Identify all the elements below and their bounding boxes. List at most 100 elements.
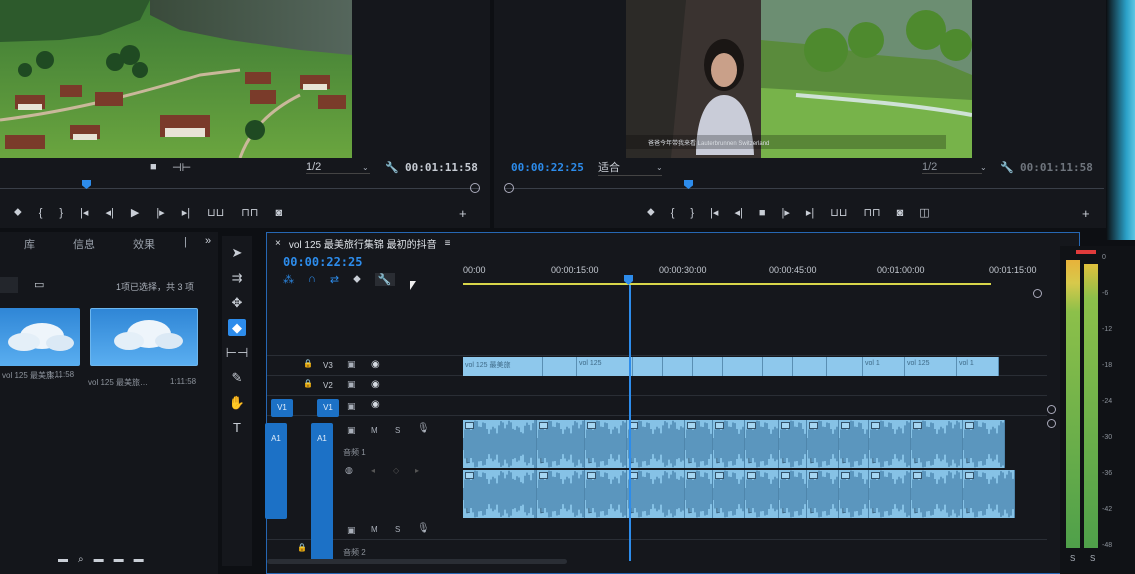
pen-icon[interactable]: ✎	[228, 369, 246, 386]
clip-a1-5[interactable]: L	[685, 420, 713, 468]
eye-icon[interactable]: ◉	[371, 379, 380, 390]
program-resolution-select[interactable]: 1/2	[922, 161, 982, 174]
add-keyframe-icon[interactable]: ◇	[393, 466, 399, 475]
source-play-icon[interactable]: ▶	[131, 206, 139, 219]
sync-icon[interactable]: ▣	[347, 425, 356, 436]
clip-a2-13[interactable]: L	[963, 470, 1015, 518]
source-go-in-icon[interactable]: |◂	[80, 206, 88, 219]
clip-a2-11[interactable]: L	[869, 470, 911, 518]
clip-a1-4[interactable]: L	[627, 420, 685, 468]
clip-a2-1[interactable]: L	[463, 470, 537, 518]
source-camera-icon[interactable]: ◙	[275, 207, 282, 219]
track-v1-target[interactable]: V1	[317, 399, 339, 417]
meter-solo-right[interactable]: S	[1090, 554, 1095, 563]
lock-icon[interactable]: 🔒	[303, 359, 313, 368]
source-add-button-icon[interactable]: +	[459, 206, 467, 221]
sequence-tab[interactable]: × vol 125 最美旅行集锦 最初的抖音 ≡	[267, 233, 459, 253]
lock-icon[interactable]: 🔒	[303, 379, 313, 388]
source-step-back-icon[interactable]: ◂|	[105, 206, 113, 219]
clip-a2-8[interactable]: L	[779, 470, 807, 518]
list-view-icon[interactable]: ▬	[58, 554, 68, 574]
new-folder-icon[interactable]: ▭	[34, 278, 44, 291]
program-fit-select[interactable]: 适合	[598, 159, 662, 176]
clip-v3-7[interactable]	[723, 357, 763, 376]
clip-v3-2[interactable]	[543, 357, 577, 376]
clip-a1-7[interactable]: L	[745, 420, 779, 468]
clip-v3-8[interactable]	[763, 357, 793, 376]
tab-info[interactable]: 信息	[73, 236, 95, 252]
program-stop-icon[interactable]: ■	[759, 207, 766, 219]
clip-v3-13[interactable]: vol 1	[957, 357, 999, 376]
timeline-ruler[interactable]: 00:00 00:00:15:00 00:00:30:00 00:00:45:0…	[463, 261, 1037, 291]
program-add-button-icon[interactable]: +	[1082, 206, 1090, 221]
close-icon[interactable]: ×	[275, 238, 281, 249]
clip-a2-3[interactable]: L	[585, 470, 627, 518]
clip-a2-12[interactable]: L	[911, 470, 963, 518]
project-thumb-2[interactable]	[90, 308, 198, 366]
clip-a1-11[interactable]: L	[869, 420, 911, 468]
program-extract-icon[interactable]: ⊓⊓	[863, 206, 880, 219]
nest-icon[interactable]: ⁂	[283, 273, 294, 286]
source-patch-a1[interactable]: A1	[265, 423, 287, 519]
track-select-icon[interactable]: ⇉	[228, 269, 246, 286]
program-step-forward-icon[interactable]: |▸	[782, 206, 790, 219]
program-go-out-icon[interactable]: ▸|	[806, 206, 814, 219]
solo-button[interactable]: S	[395, 426, 400, 435]
solo-button[interactable]: S	[395, 525, 400, 534]
clip-a2-9[interactable]: L	[807, 470, 839, 518]
source-trim-icon[interactable]: ⊣⊢	[172, 161, 191, 174]
clip-a1-8[interactable]: L	[779, 420, 807, 468]
clip-a2-2[interactable]: L	[537, 470, 585, 518]
source-insert-icon[interactable]: ⊔⊔	[207, 206, 224, 219]
program-mark-in-icon[interactable]: {	[671, 207, 675, 219]
prev-keyframe-icon[interactable]: ◂	[371, 466, 375, 475]
track-a1-target[interactable]: A1	[311, 423, 333, 563]
program-lift-icon[interactable]: ⊔⊔	[830, 206, 847, 219]
source-marker-icon[interactable]: ■	[150, 161, 157, 173]
source-patch-v1[interactable]: V1	[271, 399, 293, 417]
program-go-in-icon[interactable]: |◂	[710, 206, 718, 219]
clip-v3-3[interactable]: vol 125	[577, 357, 633, 376]
mic-icon[interactable]: 🎙	[417, 523, 430, 534]
clip-a1-1[interactable]: L	[463, 420, 537, 468]
link-icon[interactable]: ⇄	[330, 273, 339, 286]
sequence-menu-icon[interactable]: ≡	[445, 238, 451, 249]
clip-v3-9[interactable]	[793, 357, 827, 376]
tab-effects[interactable]: 效果	[133, 236, 155, 252]
ripple-edit-icon[interactable]: ✥	[228, 294, 246, 311]
program-ruler[interactable]	[504, 178, 1104, 200]
search-icon[interactable]: ⌕	[78, 554, 84, 574]
source-ruler[interactable]	[0, 178, 480, 200]
sync-icon[interactable]: ▣	[347, 401, 356, 412]
tab-library[interactable]: 库	[24, 236, 35, 252]
project-search-field[interactable]	[0, 277, 18, 293]
clip-a1-6[interactable]: L	[713, 420, 745, 468]
program-camera-icon[interactable]: ◙	[897, 207, 904, 219]
clip-a2-4[interactable]: L	[627, 470, 685, 518]
clip-a2-5[interactable]: L	[685, 470, 713, 518]
clip-v3-1[interactable]: vol 125 最美旅	[463, 357, 543, 376]
timeline-v-scroll-mid[interactable]	[1047, 405, 1056, 414]
sync-icon[interactable]: ▣	[347, 525, 356, 536]
source-add-marker-icon[interactable]: ⬥	[14, 206, 22, 219]
clip-a1-2[interactable]: L	[537, 420, 585, 468]
program-add-marker-icon[interactable]: ⬥	[647, 206, 655, 219]
clip-v3-5[interactable]	[663, 357, 693, 376]
timeline-wrench-icon[interactable]: 🔧	[374, 273, 395, 286]
clip-a1-3[interactable]: L	[585, 420, 627, 468]
program-timecode[interactable]: 00:00:22:25	[511, 161, 584, 174]
mute-button[interactable]: M	[371, 426, 378, 435]
clip-v3-6[interactable]	[693, 357, 723, 376]
new-item-icon[interactable]: ▬	[94, 554, 104, 574]
clip-a1-12[interactable]: L	[911, 420, 963, 468]
source-go-out-icon[interactable]: ▸|	[182, 206, 190, 219]
eye-icon[interactable]: ◉	[371, 359, 380, 370]
timeline-timecode[interactable]: 00:00:22:25	[283, 255, 362, 269]
clip-a1-13[interactable]: L	[963, 420, 1005, 468]
sync-icon[interactable]: ▣	[347, 359, 356, 370]
program-compare-icon[interactable]: ◫	[919, 206, 929, 219]
type-icon[interactable]: T	[228, 419, 246, 436]
selection-tool-icon[interactable]: ➤	[228, 244, 246, 261]
program-ruler-start-icon[interactable]	[504, 183, 514, 193]
freeform-icon[interactable]: ▬	[114, 554, 124, 574]
